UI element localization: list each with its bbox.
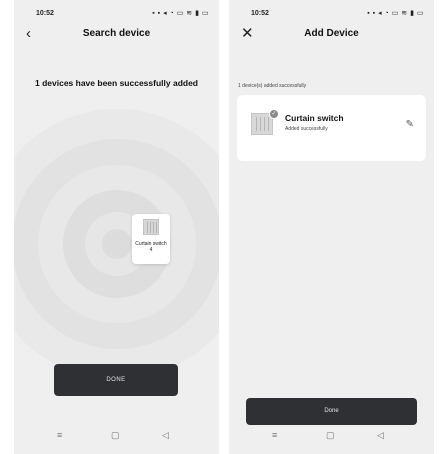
system-nav-bar: ≡ ▢ ◁ [229,430,434,444]
home-icon[interactable]: ▢ [326,430,335,441]
back-icon[interactable]: ◁ [162,430,169,441]
radar-ripple [101,229,132,259]
nav-bar: ‹ Search device [14,24,219,46]
done-button[interactable]: Done [246,398,417,425]
home-icon[interactable]: ▢ [111,430,120,441]
menu-icon[interactable]: ≡ [57,430,62,440]
page-title: Search device [82,28,151,39]
system-nav-bar: ≡ ▢ ◁ [14,430,219,444]
curtain-switch-icon [143,219,159,235]
found-device-tile[interactable]: Curtain switch 4 [132,214,170,264]
success-message: 1 devices have been successfully added [35,78,198,88]
status-time: 10:52 [251,10,269,17]
device-label: Curtain switch 4 [135,241,167,253]
page-title: Add Device [304,28,359,39]
edit-icon[interactable]: ✎ [406,119,414,130]
device-status: Added successfully [285,126,328,132]
status-icons: ▪ ▪ ◂ ◔ ▭ ≋ ▮ ▭ [367,10,424,17]
done-button[interactable]: DONE [54,364,178,396]
back-icon[interactable]: ◁ [377,430,384,441]
nav-bar: ✕ Add Device [229,24,434,46]
device-card[interactable]: ✓ Curtain switch Added successfully ✎ [237,95,426,161]
status-bar: 10:52 ▪ ▪ ◂ ◔ ▭ ≋ ▮ ▭ [14,8,219,22]
added-count-text: 1 device(s) added successfully [238,83,307,89]
device-name: Curtain switch [285,113,344,123]
status-icons: ▪ ▪ ◂ ◔ ▭ ≋ ▮ ▭ [152,10,209,17]
status-bar: 10:52 ▪ ▪ ◂ ◔ ▭ ≋ ▮ ▭ [229,8,434,22]
search-device-screen: 10:52 ▪ ▪ ◂ ◔ ▭ ≋ ▮ ▭ ‹ Search device 1 … [14,0,219,454]
check-badge-icon: ✓ [269,109,279,119]
status-time: 10:52 [36,10,54,17]
menu-icon[interactable]: ≡ [272,430,277,440]
add-device-screen: 10:52 ▪ ▪ ◂ ◔ ▭ ≋ ▮ ▭ ✕ Add Device 1 dev… [229,0,434,454]
